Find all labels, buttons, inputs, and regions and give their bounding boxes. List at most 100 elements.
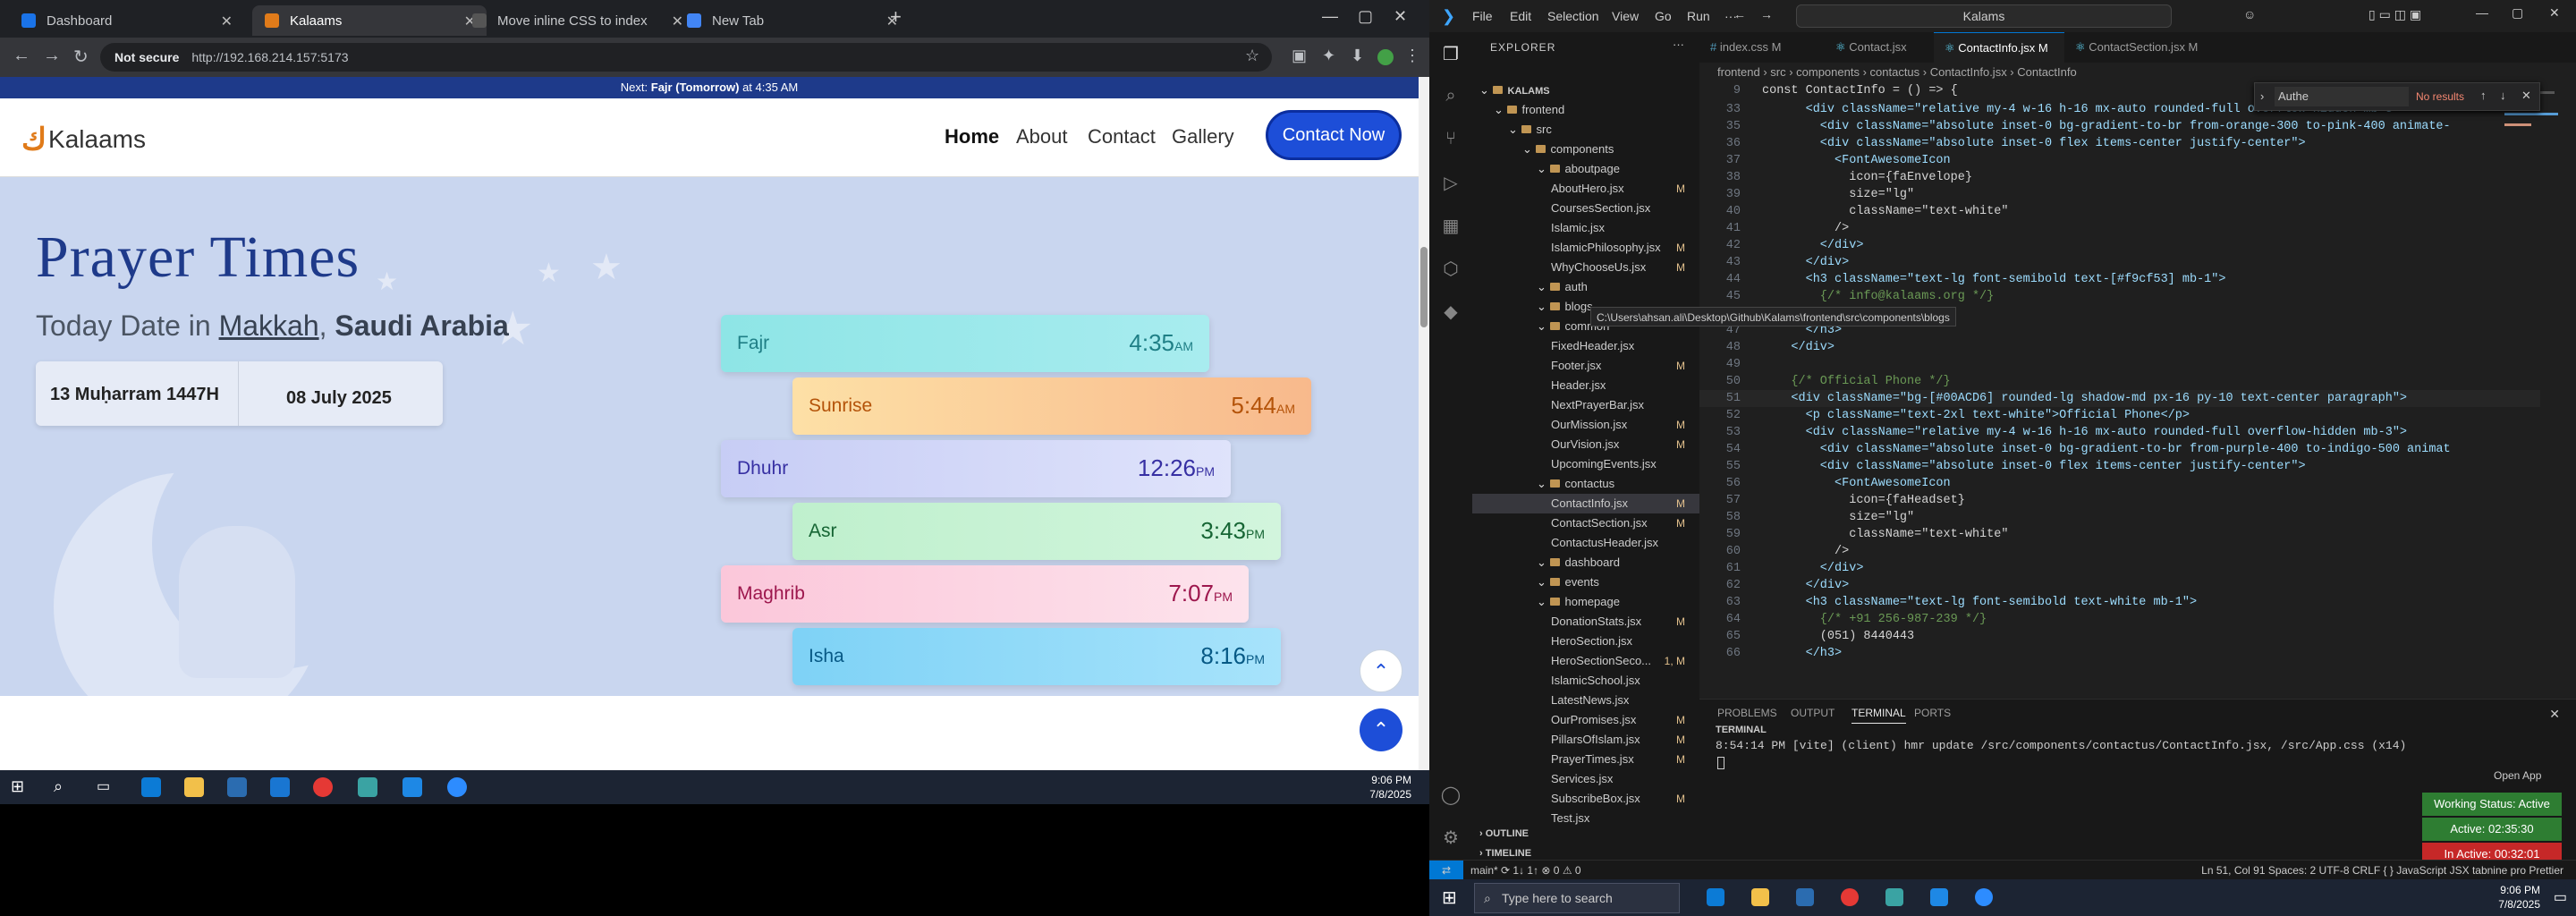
tree-folder[interactable]: ⌄ contactus <box>1472 474 1699 494</box>
store-icon[interactable] <box>1796 888 1814 906</box>
site-logo[interactable]: ك Kalaams <box>21 122 146 157</box>
vscode-icon[interactable] <box>1930 888 1948 906</box>
reload-icon[interactable]: ↻ <box>73 46 89 68</box>
tree-file[interactable]: CoursesSection.jsx <box>1472 199 1699 218</box>
editor-tab[interactable]: # index.css M <box>1699 32 1825 63</box>
search-icon[interactable]: ⌕ <box>1440 86 1462 107</box>
layout-icons[interactable]: ▯ ▭ ◫ ▣ <box>2368 7 2421 22</box>
find-close-icon[interactable]: ✕ <box>2521 89 2531 103</box>
editor-tab[interactable]: ⚛ ContactSection.jsx M <box>2064 32 2199 63</box>
tree-file[interactable]: Islamic.jsx <box>1472 218 1699 238</box>
tree-folder[interactable]: ⌄ src <box>1472 120 1699 140</box>
maximize-icon[interactable]: ▢ <box>1358 7 1373 26</box>
tree-folder[interactable]: ⌄ aboutpage <box>1472 159 1699 179</box>
tabnine-icon[interactable]: ◆ <box>1440 301 1462 322</box>
windows-start-icon[interactable]: ⊞ <box>11 777 30 797</box>
nav-forward-icon[interactable]: → <box>1760 7 1773 21</box>
panel-close-icon[interactable]: ✕ <box>2549 707 2560 722</box>
breadcrumb[interactable]: frontend › src › components › contactus … <box>1699 63 2576 82</box>
tree-folder[interactable]: ⌄ auth <box>1472 277 1699 297</box>
tree-file[interactable]: UpcomingEvents.jsx <box>1472 454 1699 474</box>
panel-tab[interactable]: PORTS <box>1914 707 1951 719</box>
zoom-icon[interactable] <box>1975 888 1993 906</box>
puzzle-icon[interactable]: ✦ <box>1322 47 1335 65</box>
new-tab-icon[interactable]: + <box>890 5 902 29</box>
notification-icon[interactable]: ▭ <box>2554 888 2567 906</box>
search-icon[interactable]: ⌕ <box>54 777 73 797</box>
zoom-icon[interactable] <box>447 777 467 797</box>
nav-back-icon[interactable]: ← <box>1733 7 1746 21</box>
tree-folder[interactable]: ⌄ homepage <box>1472 592 1699 612</box>
contact-now-button[interactable]: Contact Now <box>1268 113 1399 157</box>
nav-home[interactable]: Home <box>945 125 999 148</box>
tree-file[interactable]: NextPrayerBar.jsx <box>1472 395 1699 415</box>
tree-file[interactable]: HeroSection.jsx <box>1472 632 1699 651</box>
bookmark-star-icon[interactable]: ☆ <box>1245 47 1259 65</box>
source-control-icon[interactable]: ⑂ <box>1440 129 1462 150</box>
panel-tab[interactable]: TERMINAL <box>1852 707 1906 724</box>
tree-folder[interactable]: ⌄ dashboard <box>1472 553 1699 572</box>
nav-gallery[interactable]: Gallery <box>1172 125 1234 148</box>
more-actions-icon[interactable]: ··· <box>1673 38 1684 51</box>
tree-folder[interactable]: ⌄ events <box>1472 572 1699 592</box>
editor-tab[interactable]: ⚛ ContactInfo.jsx M <box>1934 32 2064 63</box>
find-prev-icon[interactable]: ↑ <box>2480 89 2487 102</box>
tree-file[interactable]: SubscribeBox.jsx M <box>1472 789 1699 809</box>
edge-icon[interactable] <box>141 777 161 797</box>
tree-file[interactable]: ContactInfo.jsx M <box>1472 494 1699 513</box>
find-input[interactable]: Authe <box>2275 87 2409 106</box>
minimize-icon[interactable]: — <box>2476 5 2488 20</box>
browser-tab[interactable]: New Tab ✕ <box>674 5 909 36</box>
remote-indicator-icon[interactable]: ⇄ <box>1429 861 1463 880</box>
command-center-search[interactable]: Kalams <box>1796 4 2172 28</box>
city-link[interactable]: Makkah <box>219 310 319 342</box>
tree-file[interactable]: ContactusHeader.jsx <box>1472 533 1699 553</box>
find-next-icon[interactable]: ↓ <box>2500 89 2506 102</box>
tree-folder[interactable]: ⌄ components <box>1472 140 1699 159</box>
menu-item[interactable]: Edit <box>1510 9 1531 23</box>
back-to-top-button[interactable]: ⌃ <box>1360 708 1402 751</box>
tab-close-icon[interactable]: ✕ <box>221 13 233 30</box>
terminal-output[interactable]: 8:54:14 PM [vite] (client) hmr update /s… <box>1716 739 2406 752</box>
back-icon[interactable]: ← <box>13 46 30 66</box>
tree-file[interactable]: HeroSectionSeco... 1, M <box>1472 651 1699 671</box>
manage-gear-icon[interactable]: ⚙ <box>1440 827 1462 848</box>
tree-file[interactable]: Footer.jsx M <box>1472 356 1699 376</box>
close-window-icon[interactable]: ✕ <box>2549 5 2560 21</box>
browser-tab[interactable]: Move inline CSS to index ✕ <box>460 5 694 36</box>
tree-file[interactable]: PillarsOfIslam.jsx M <box>1472 730 1699 750</box>
tree-file[interactable]: LatestNews.jsx <box>1472 691 1699 710</box>
tree-file[interactable]: OurPromises.jsx M <box>1472 710 1699 730</box>
tree-file[interactable]: Services.jsx <box>1472 769 1699 789</box>
vscode-icon[interactable] <box>402 777 422 797</box>
file-explorer-icon[interactable] <box>1751 888 1769 906</box>
extension-icon[interactable]: ▣ <box>1292 47 1307 65</box>
tree-file[interactable]: AboutHero.jsx M <box>1472 179 1699 199</box>
download-icon[interactable]: ⬇ <box>1351 47 1364 65</box>
run-debug-icon[interactable]: ▷ <box>1440 172 1462 193</box>
tree-folder[interactable]: ⌄ frontend <box>1472 100 1699 120</box>
git-status[interactable]: main* ⟳ 1↓ 1↑ ⊗ 0 ⚠ 0 <box>1470 861 1581 880</box>
app-icon[interactable] <box>358 777 377 797</box>
tree-file[interactable]: IslamicSchool.jsx <box>1472 671 1699 691</box>
menu-item[interactable]: Go <box>1655 9 1672 23</box>
open-app-label[interactable]: Open App <box>2494 769 2541 782</box>
menu-item[interactable]: File <box>1472 9 1493 23</box>
page-scrollbar[interactable] <box>1419 77 1429 770</box>
editor-status[interactable]: Ln 51, Col 91 Spaces: 2 UTF-8 CRLF { } J… <box>2201 861 2563 880</box>
menu-item[interactable]: Selection <box>1547 9 1599 23</box>
tree-file[interactable]: DonationStats.jsx M <box>1472 612 1699 632</box>
taskbar-search[interactable]: ⌕ Type here to search <box>1474 883 1680 913</box>
editor-tab[interactable]: ⚛ Contact.jsx <box>1825 32 1934 63</box>
menu-item[interactable]: View <box>1612 9 1639 23</box>
chrome-icon[interactable] <box>1841 888 1859 906</box>
account-icon[interactable]: ◯ <box>1440 784 1462 805</box>
browser-tab[interactable]: Dashboard ✕ <box>9 5 243 36</box>
scrollbar-thumb[interactable] <box>1420 247 1428 327</box>
tree-file[interactable]: PrayerTimes.jsx M <box>1472 750 1699 769</box>
nav-about[interactable]: About <box>1016 125 1068 148</box>
explorer-icon[interactable]: ❐ <box>1440 43 1462 64</box>
toggle-replace-icon[interactable]: › <box>2260 89 2264 103</box>
tree-file[interactable]: WhyChooseUs.jsx M <box>1472 258 1699 277</box>
edge-icon[interactable] <box>1707 888 1724 906</box>
